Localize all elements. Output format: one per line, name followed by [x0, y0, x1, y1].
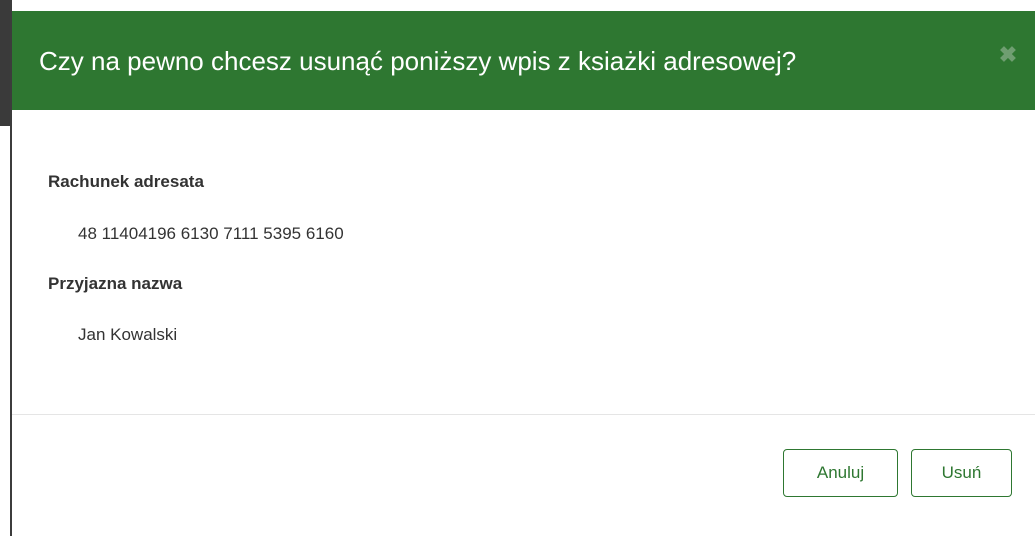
- delete-confirmation-dialog: Czy na pewno chcesz usunąć poniższy wpis…: [12, 11, 1035, 536]
- dialog-footer: Anuluj Usuń: [12, 415, 1035, 536]
- dialog-header: Czy na pewno chcesz usunąć poniższy wpis…: [12, 11, 1035, 110]
- delete-button[interactable]: Usuń: [911, 449, 1012, 497]
- friendly-name-value: Jan Kowalski: [78, 325, 178, 344]
- background-window-edge: [0, 0, 10, 126]
- cancel-button[interactable]: Anuluj: [783, 449, 898, 497]
- dialog-body: Rachunek adresata 48 11404196 6130 7111 …: [12, 110, 1035, 415]
- account-value: 48 11404196 6130 7111 5395 6160: [78, 224, 344, 243]
- close-button[interactable]: ✖: [994, 41, 1022, 69]
- close-icon: ✖: [998, 42, 1018, 67]
- friendly-name-label: Przyjazna nazwa: [48, 274, 183, 293]
- account-label: Rachunek adresata: [48, 172, 204, 191]
- dialog-title: Czy na pewno chcesz usunąć poniższy wpis…: [39, 46, 797, 76]
